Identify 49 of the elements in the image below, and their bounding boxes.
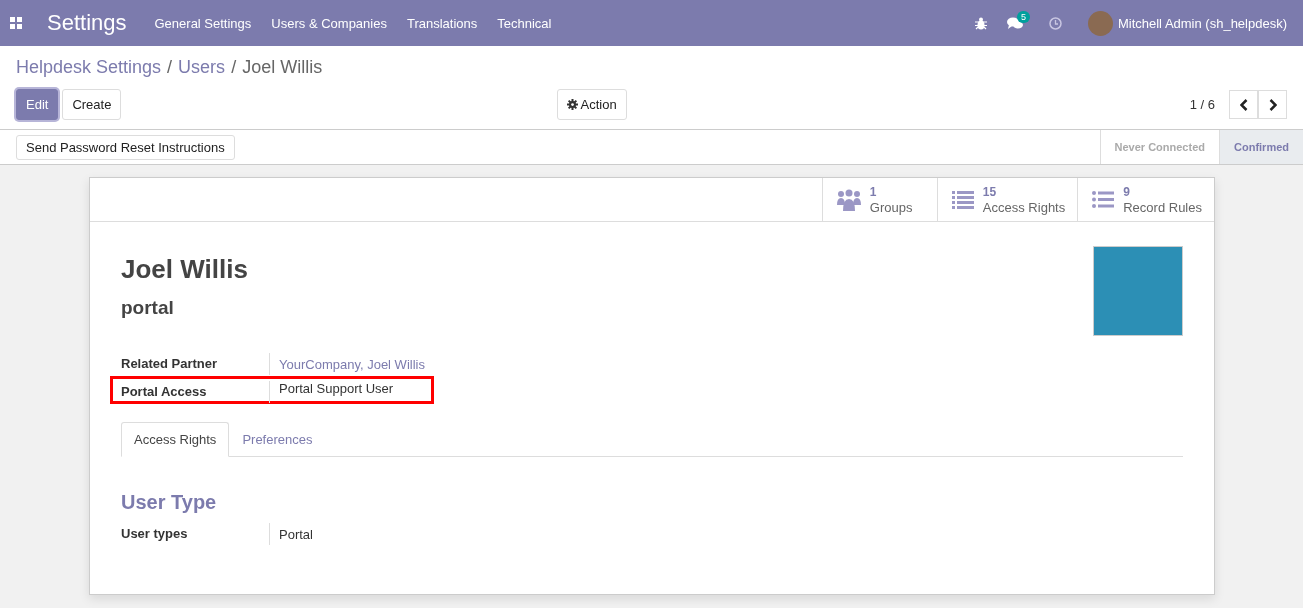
field-value: Portal [278, 526, 313, 542]
users-icon [836, 188, 861, 211]
partner-link[interactable]: YourCompany, Joel Willis [270, 356, 425, 372]
smart-button[interactable]: 1 Groups [821, 178, 937, 221]
breadcrumb-link[interactable]: Helpdesk Settings [16, 57, 162, 81]
smart-button-label: Groups [869, 199, 913, 215]
smart-button[interactable]: 15 Access Rights [936, 178, 1078, 221]
page-title: Joel Willis [242, 57, 323, 79]
previous-button[interactable] [1229, 90, 1258, 119]
smart-button-label: Access Rights [982, 199, 1066, 215]
breadcrumb-separator: / [167, 57, 173, 79]
smart-button-count: 9 [1123, 184, 1131, 200]
section-title: User Type [121, 491, 218, 514]
menu-link[interactable]: Translations [406, 15, 478, 31]
smart-button[interactable]: 9 Record Rules [1077, 178, 1214, 221]
field-label: Portal Access [121, 381, 270, 403]
field-value: Portal Support User [278, 381, 394, 396]
field-label: Related Partner [121, 353, 270, 375]
form-tab[interactable]: Preferences [229, 422, 326, 457]
user-menu[interactable]: Mitchell Admin (sh_helpdesk) [1117, 15, 1287, 31]
list-icon [951, 190, 974, 209]
reset-password-button[interactable]: Send Password Reset Instructions [16, 134, 235, 160]
field-label: User types [121, 523, 270, 545]
edit-button[interactable]: Edit [16, 89, 59, 120]
form-tab[interactable]: Access Rights [121, 422, 230, 457]
message-count-badge: 5 [1016, 10, 1030, 23]
user-name: Joel Willis [121, 254, 248, 285]
action-button[interactable]: Action [556, 89, 627, 120]
breadcrumb-link[interactable]: Users [178, 57, 226, 81]
user-login: portal [121, 297, 175, 319]
menu-link[interactable]: Users & Companies [271, 15, 387, 31]
smart-button-count: 1 [869, 184, 878, 200]
chevron-right-icon [1268, 98, 1277, 111]
menu-link[interactable]: General Settings [154, 15, 252, 31]
bug-icon[interactable] [974, 16, 987, 30]
apps-menu-icon[interactable] [10, 17, 22, 29]
list-icon [1092, 191, 1115, 208]
app-title: Settings [47, 10, 127, 36]
clock-icon[interactable] [1048, 16, 1062, 30]
next-button[interactable] [1258, 90, 1287, 119]
gear-icon [566, 99, 578, 110]
status-stage[interactable]: Confirmed [1219, 130, 1303, 164]
smart-button-count: 15 [982, 184, 998, 200]
smart-button-label: Record Rules [1123, 199, 1202, 215]
create-button[interactable]: Create [62, 89, 122, 120]
chevron-left-icon [1239, 98, 1248, 111]
pager-counter: 1 / 6 [1189, 97, 1215, 112]
breadcrumb-separator: / [231, 57, 237, 79]
menu-link[interactable]: Technical [497, 15, 552, 31]
